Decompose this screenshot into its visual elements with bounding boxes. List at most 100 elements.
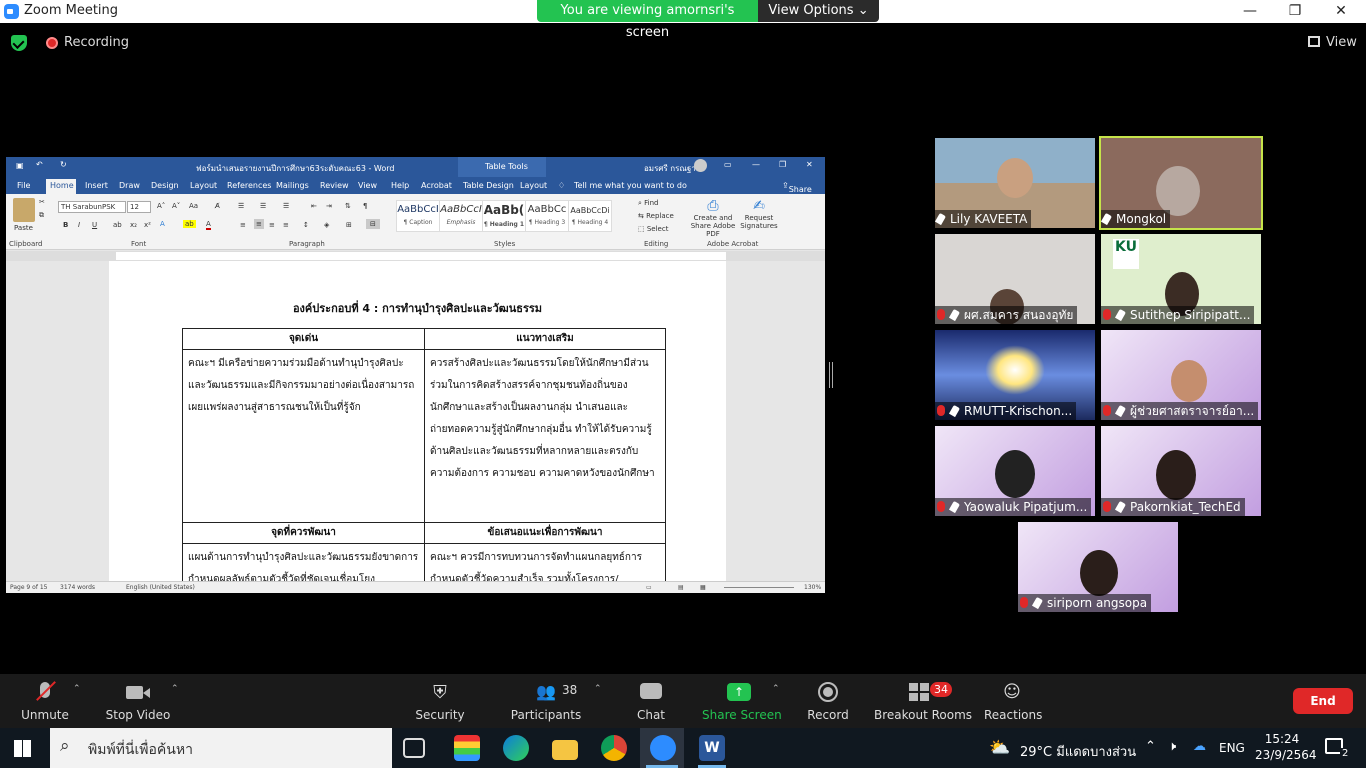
clear-format-icon[interactable]: A̸ xyxy=(215,202,220,210)
audio-options-caret[interactable]: ⌃ xyxy=(73,684,81,694)
view-button[interactable]: View xyxy=(1308,35,1357,50)
share-button[interactable]: ⇪ Share xyxy=(782,181,812,194)
close-button[interactable]: ✕ xyxy=(1318,0,1364,23)
taskbar-search-box[interactable]: ⌕ พิมพ์ที่นี่เพื่อค้นหา xyxy=(50,728,392,768)
highlight-icon[interactable]: ab xyxy=(183,220,196,228)
create-pdf-button[interactable]: ⎙ Create and Share Adobe PDF xyxy=(683,198,743,238)
chat-button[interactable]: Chat xyxy=(628,674,674,728)
style-caption[interactable]: AaBbCcI ¶ Caption xyxy=(396,200,440,232)
line-spacing-icon[interactable]: ↕ xyxy=(303,221,309,229)
zoom-app-icon[interactable] xyxy=(650,735,676,761)
table-borders-icon[interactable]: ⊟ xyxy=(366,219,380,229)
align-left-icon[interactable]: ≡ xyxy=(240,221,246,229)
file-explorer-icon[interactable] xyxy=(552,740,578,760)
borders-icon[interactable]: ⊞ xyxy=(346,221,352,229)
pilcrow-icon[interactable]: ¶ xyxy=(363,202,367,210)
bluestacks-icon[interactable] xyxy=(454,735,480,761)
video-tile[interactable]: Pakornkiat_TechEd xyxy=(1101,426,1261,516)
unmute-button[interactable]: Unmute xyxy=(14,674,76,728)
windows-start-icon[interactable] xyxy=(14,740,31,757)
subscript-icon[interactable]: x₂ xyxy=(130,221,137,229)
font-color-icon[interactable]: A xyxy=(206,220,211,230)
tab-file[interactable]: File xyxy=(17,181,30,190)
ribbon-display-icon[interactable]: ▭ xyxy=(724,160,732,169)
style-heading-3[interactable]: AaBbCc ¶ Heading 3 xyxy=(525,200,569,232)
avatar[interactable] xyxy=(694,159,707,172)
video-tile[interactable]: Yaowaluk Pipatjum... xyxy=(935,426,1095,516)
tab-review[interactable]: Review xyxy=(320,181,349,190)
participants-options-caret[interactable]: ⌃ xyxy=(594,684,602,694)
video-options-caret[interactable]: ⌃ xyxy=(171,684,179,694)
strike-icon[interactable]: ab xyxy=(113,221,122,229)
bold-icon[interactable]: B xyxy=(63,221,68,229)
word-minimize-button[interactable]: — xyxy=(752,160,760,169)
share-screen-button[interactable]: ↑ Share Screen xyxy=(702,674,782,728)
tab-home[interactable]: Home xyxy=(50,181,74,190)
table-cell[interactable]: คณะฯ มีเครือข่ายความร่วมมือด้านทำนุบำรุง… xyxy=(182,349,425,523)
style-heading-4[interactable]: AaBbCcDi ¶ Heading 4 xyxy=(568,200,612,232)
sort-icon[interactable]: ⇅ xyxy=(345,202,351,210)
cut-icon[interactable]: ✂ xyxy=(39,198,45,206)
find-button[interactable]: ⌕ Find xyxy=(638,199,659,208)
superscript-icon[interactable]: x² xyxy=(144,221,151,229)
align-right-icon[interactable]: ≡ xyxy=(269,221,275,229)
zoom-slider[interactable] xyxy=(724,587,794,588)
shading-icon[interactable]: ◈ xyxy=(324,221,329,229)
end-meeting-button[interactable]: End xyxy=(1293,688,1353,714)
input-language[interactable]: ENG xyxy=(1219,741,1245,755)
minimize-button[interactable]: — xyxy=(1227,0,1273,23)
multilevel-list-icon[interactable]: ☰ xyxy=(283,202,289,210)
video-tile[interactable]: siriporn angsopa xyxy=(1018,522,1178,612)
record-button[interactable]: Record xyxy=(804,674,852,728)
tab-draw[interactable]: Draw xyxy=(119,181,140,190)
table-cell[interactable]: ควรสร้างศิลปะและวัฒนธรรมโดยให้นักศึกษามี… xyxy=(424,349,666,523)
web-layout-icon[interactable]: ▦ xyxy=(700,584,706,591)
request-signatures-button[interactable]: ✍ Request Signatures xyxy=(739,198,779,230)
assessment-table[interactable]: จุดเด่น แนวทางเสริม คณะฯ มีเครือข่ายความ… xyxy=(182,328,666,593)
splitter-handle[interactable] xyxy=(829,362,833,388)
tab-help[interactable]: Help xyxy=(391,181,409,190)
weather-text[interactable]: 29°C มีแดดบางส่วน xyxy=(1020,741,1136,762)
tab-design[interactable]: Design xyxy=(151,181,179,190)
text-effects-icon[interactable]: A xyxy=(160,220,165,228)
onedrive-icon[interactable]: ☁ xyxy=(1193,739,1206,754)
select-button[interactable]: ⬚ Select xyxy=(638,225,668,233)
video-tile[interactable]: ผศ.สมคาร สนองอุทัย xyxy=(935,234,1095,324)
tab-references[interactable]: References xyxy=(227,181,271,190)
shield-check-icon[interactable] xyxy=(11,35,27,51)
document-page[interactable]: องค์ประกอบที่ 4 : การทำนุบำรุงศิลปะและวั… xyxy=(109,261,726,593)
taskbar-clock[interactable]: 15:24 23/9/2564 xyxy=(1255,731,1317,763)
video-tile[interactable]: ผู้ช่วยศาสตราจารย์อา... xyxy=(1101,330,1261,420)
word-app-icon[interactable]: W xyxy=(699,735,725,761)
stop-video-button[interactable]: Stop Video xyxy=(104,674,172,728)
tab-acrobat[interactable]: Acrobat xyxy=(421,181,452,190)
video-tile[interactable]: Lily KAVEETA xyxy=(935,138,1095,228)
font-size-input[interactable]: 12 xyxy=(127,201,151,213)
tab-table-design[interactable]: Table Design xyxy=(463,181,514,190)
weather-icon[interactable]: ⛅ xyxy=(989,738,1010,758)
video-tile-active-speaker[interactable]: Mongkol xyxy=(1099,136,1263,230)
word-close-button[interactable]: ✕ xyxy=(806,160,813,169)
italic-icon[interactable]: I xyxy=(78,221,80,229)
video-tile[interactable]: RMUTT-Krischon... xyxy=(935,330,1095,420)
increase-indent-icon[interactable]: ⇥ xyxy=(326,202,332,210)
shrink-font-icon[interactable]: A˅ xyxy=(172,202,180,210)
word-maximize-button[interactable]: ❐ xyxy=(779,160,786,169)
style-emphasis[interactable]: AaBbCcI Emphasis xyxy=(439,200,483,232)
change-case-icon[interactable]: Aa xyxy=(189,202,198,210)
font-name-input[interactable]: TH SarabunPSK xyxy=(58,201,126,213)
video-tile[interactable]: KU Sutithep Siripipatt... xyxy=(1101,234,1261,324)
speaker-icon[interactable]: 🕨 xyxy=(1168,739,1176,754)
numbering-icon[interactable]: ☰ xyxy=(260,202,266,210)
chrome-icon[interactable] xyxy=(601,735,627,761)
paste-icon[interactable] xyxy=(13,198,35,222)
justify-icon[interactable]: ≡ xyxy=(283,221,289,229)
focus-icon[interactable]: ▭ xyxy=(646,584,652,591)
print-layout-icon[interactable]: ▤ xyxy=(678,584,684,591)
tab-mailings[interactable]: Mailings xyxy=(276,181,309,190)
task-view-icon[interactable] xyxy=(403,738,425,758)
grow-font-icon[interactable]: A˄ xyxy=(157,202,165,210)
breakout-rooms-button[interactable]: 34 Breakout Rooms xyxy=(874,674,972,728)
security-button[interactable]: ⛨ Security xyxy=(412,674,468,728)
replace-button[interactable]: ⇆ Replace xyxy=(638,212,674,220)
